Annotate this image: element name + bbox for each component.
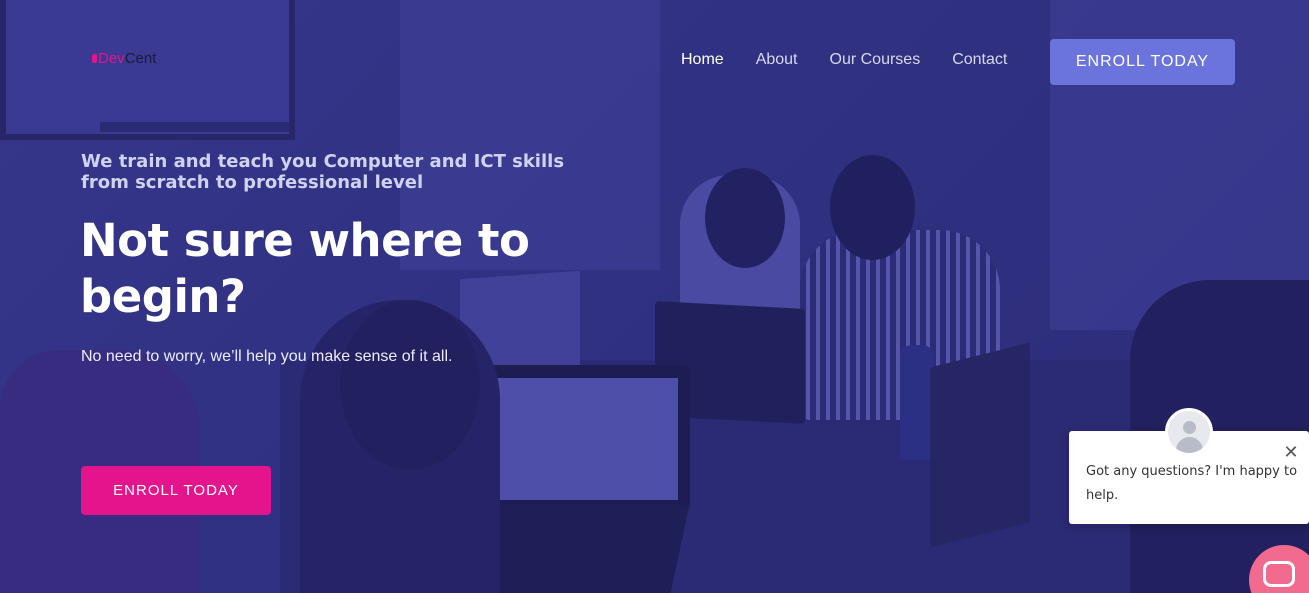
logo-text-dev: Dev — [98, 50, 125, 67]
logo-icon — [92, 54, 97, 63]
main-nav: Home About Our Courses Contact — [681, 50, 1039, 70]
nav-contact[interactable]: Contact — [952, 50, 1007, 70]
close-icon[interactable]: ✕ — [1281, 442, 1301, 462]
nav-our-courses[interactable]: Our Courses — [830, 50, 921, 70]
logo-text-cent: Cent — [124, 50, 157, 67]
chat-message: Got any questions? I'm happy to help. — [1086, 464, 1298, 503]
hero-title: Not sure where to begin? — [80, 214, 530, 323]
chat-bubble-icon — [1263, 561, 1295, 587]
logo[interactable]: Dev Cent — [92, 50, 156, 67]
agent-avatar-icon — [1165, 408, 1213, 456]
nav-home[interactable]: Home — [681, 50, 724, 70]
enroll-today-nav-button[interactable]: ENROLL TODAY — [1050, 39, 1235, 85]
nav-about[interactable]: About — [756, 50, 798, 70]
enroll-today-hero-button[interactable]: ENROLL TODAY — [81, 466, 271, 515]
site-header: Dev Cent Home About Our Courses Contact … — [0, 0, 1309, 110]
hero-text: No need to worry, we’ll help you make se… — [81, 348, 453, 365]
hero-subtitle: We train and teach you Computer and ICT … — [81, 151, 565, 193]
